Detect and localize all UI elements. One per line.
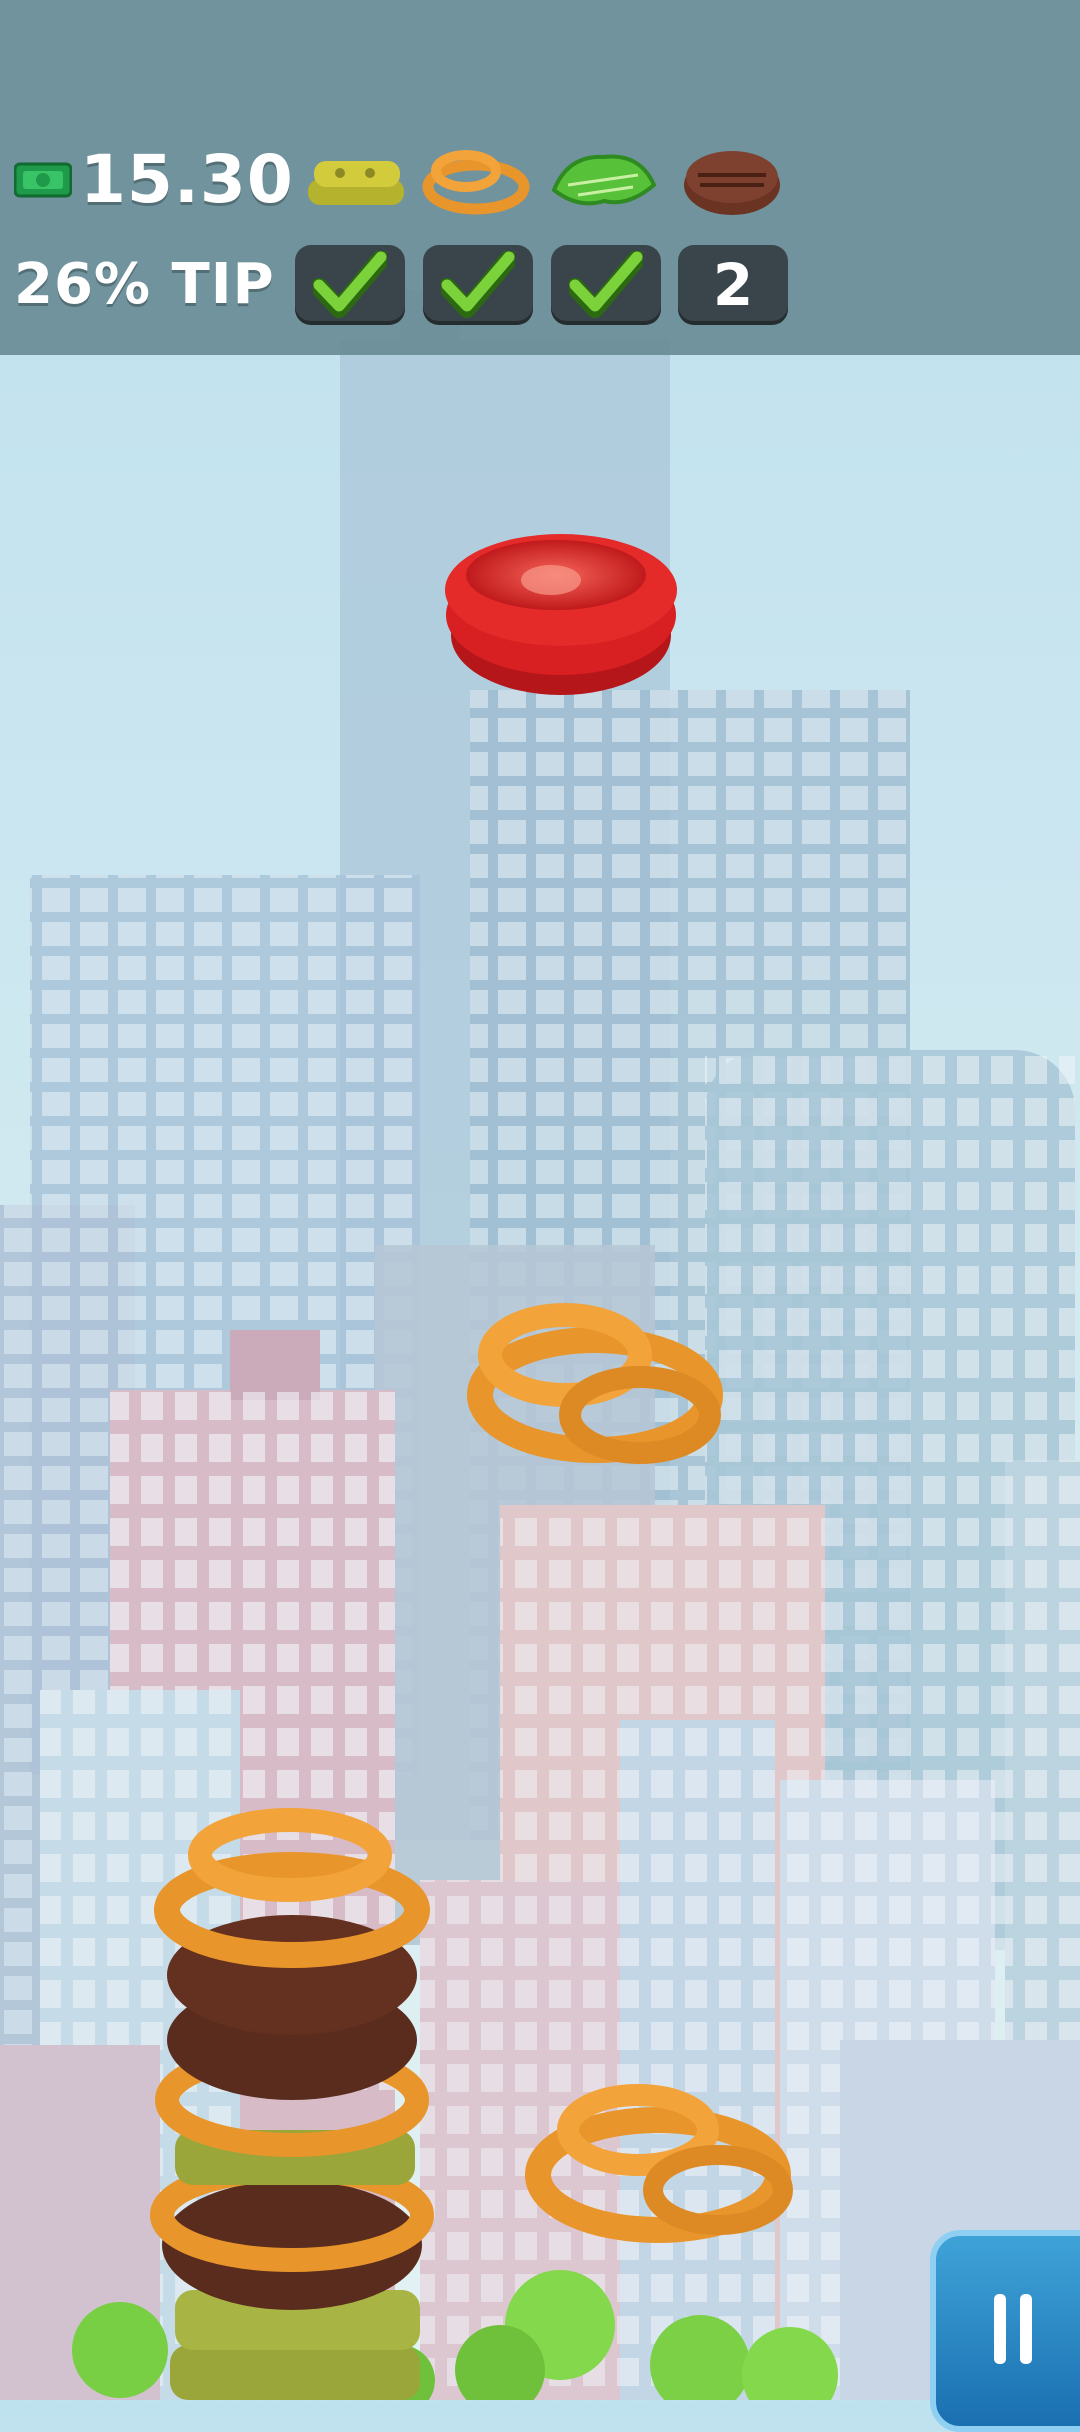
falling-tomato-slices xyxy=(445,534,677,695)
order-status-pickles xyxy=(295,245,405,325)
check-icon xyxy=(569,251,643,318)
city-skyline-background xyxy=(0,0,1080,2400)
check-icon xyxy=(441,251,515,318)
game-scene xyxy=(0,0,1080,2400)
lettuce-icon xyxy=(551,154,657,206)
order-status-onion-rings xyxy=(423,245,533,325)
pickles-icon xyxy=(308,161,404,205)
order-status-beef-patty: 2 xyxy=(678,245,788,325)
onion-rings-icon xyxy=(422,150,530,215)
pause-button[interactable] xyxy=(930,2230,1080,2432)
order-status-lettuce xyxy=(551,245,661,325)
cash-icon xyxy=(14,162,72,198)
remaining-count: 2 xyxy=(712,251,754,319)
check-icon xyxy=(313,251,387,318)
beef-patty-icon xyxy=(684,151,780,215)
tip-percentage: 26% TIP xyxy=(14,252,275,317)
money-amount: 15.30 xyxy=(80,141,294,218)
order-hud: 15.30 26% TIP 2 xyxy=(0,0,1080,355)
pause-icon xyxy=(994,2294,1032,2364)
